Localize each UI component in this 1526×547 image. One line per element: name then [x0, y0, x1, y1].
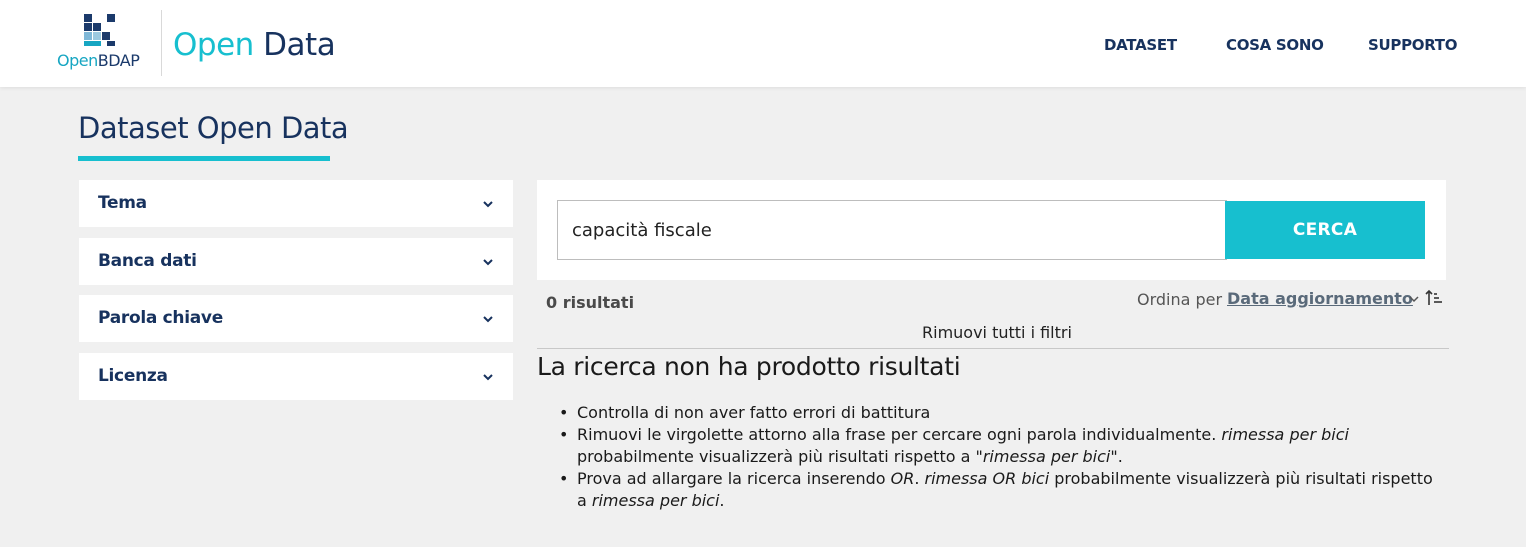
sort-ascending-icon[interactable]	[1425, 289, 1443, 307]
page-title: Dataset Open Data	[78, 111, 349, 145]
filter-label: Tema	[98, 193, 147, 213]
search-input[interactable]	[557, 200, 1227, 260]
search-card: CERCA	[537, 180, 1446, 280]
header-divider	[161, 10, 162, 76]
filter-tema[interactable]: Tema	[79, 180, 513, 227]
site-title[interactable]: Open Data	[173, 27, 336, 63]
search-tips-list: Controlla di non aver fatto errori di ba…	[557, 402, 1437, 512]
site-header: OpenBDAP Open Data DATASET COSA SONO SUP…	[0, 0, 1526, 87]
sort-label: Ordina per	[1137, 290, 1223, 309]
nav-supporto[interactable]: SUPPORTO	[1368, 36, 1457, 54]
nav-cosa-sono[interactable]: COSA SONO	[1226, 36, 1324, 54]
filter-label: Licenza	[98, 366, 168, 386]
title-underline	[78, 156, 330, 161]
filter-label: Banca dati	[98, 251, 197, 271]
chevron-down-icon	[483, 259, 493, 266]
no-results-title: La ricerca non ha prodotto risultati	[537, 352, 961, 381]
list-item: Prova ad allargare la ricerca inserendo …	[557, 468, 1437, 512]
remove-all-filters-link[interactable]: Rimuovi tutti i filtri	[922, 323, 1072, 342]
sort-select[interactable]: Data aggiornamento	[1227, 289, 1413, 308]
logo-icon	[84, 14, 116, 46]
list-item: Rimuovi le virgolette attorno alla frase…	[557, 424, 1437, 468]
chevron-down-icon	[483, 374, 493, 381]
list-item: Controlla di non aver fatto errori di ba…	[557, 402, 1437, 424]
chevron-down-icon[interactable]	[1408, 293, 1420, 305]
filter-parola-chiave[interactable]: Parola chiave	[79, 295, 513, 342]
search-button[interactable]: CERCA	[1225, 201, 1425, 259]
filter-licenza[interactable]: Licenza	[79, 353, 513, 400]
chevron-down-icon	[483, 316, 493, 323]
results-count: 0 risultati	[546, 293, 635, 312]
chevron-down-icon	[483, 201, 493, 208]
nav-dataset[interactable]: DATASET	[1104, 36, 1177, 54]
filter-banca-dati[interactable]: Banca dati	[79, 238, 513, 285]
logo-text: OpenBDAP	[57, 51, 140, 70]
openbdap-logo[interactable]: OpenBDAP	[57, 14, 147, 74]
results-divider	[537, 348, 1449, 349]
filter-label: Parola chiave	[98, 308, 223, 328]
